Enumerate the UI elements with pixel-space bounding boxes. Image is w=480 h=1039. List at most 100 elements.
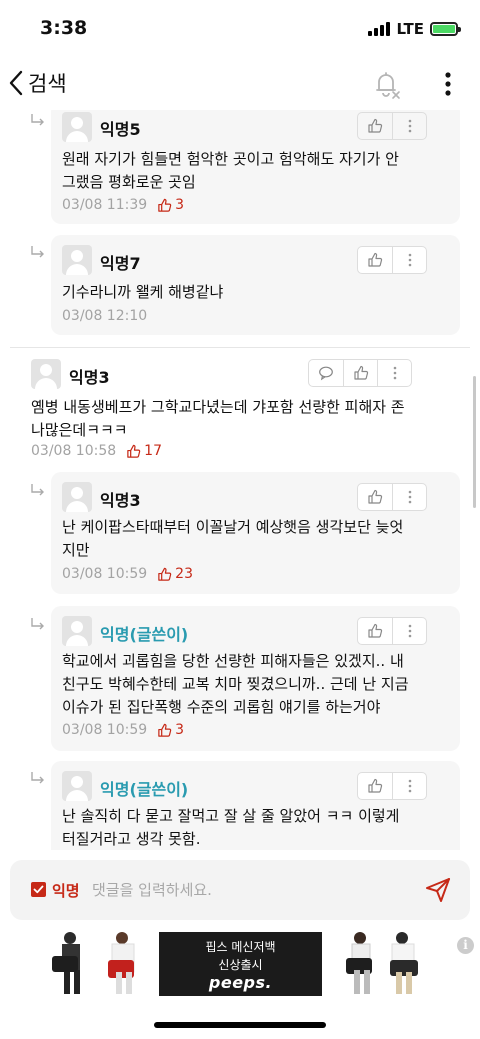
like-button[interactable] <box>358 113 392 139</box>
avatar <box>62 616 92 646</box>
comment-time: 03/08 11:39 <box>62 197 148 213</box>
ad-banner[interactable]: 핍스 메신저백 신상출시 peeps. <box>50 930 430 996</box>
thumbs-up-icon <box>158 723 172 737</box>
comment-actions <box>357 112 427 140</box>
comment-nickname: 익명3 <box>69 368 110 387</box>
avatar <box>62 482 92 512</box>
like-button[interactable] <box>358 773 392 799</box>
more-button[interactable] <box>392 113 426 139</box>
comment-actions <box>357 246 427 274</box>
vote-count: 17 <box>126 443 162 459</box>
thumbs-up-icon <box>368 623 383 638</box>
reply-card: 익명5 원래 자기가 힘들면 험악한 곳이고 험악해도 자기가 안 그랬음 평화… <box>51 110 460 224</box>
like-button[interactable] <box>358 247 392 273</box>
reply-arrow-icon <box>31 246 44 258</box>
vote-count: 23 <box>157 566 193 582</box>
vote-count: 3 <box>157 197 184 213</box>
reply-card: 익명(글쓴이) 난 솔직히 다 묻고 잘먹고 잘 살 줄 알았어 ㅋㅋ 이렇게 … <box>51 761 460 850</box>
avatar <box>62 245 92 275</box>
comment-time: 03/08 10:59 <box>62 722 148 738</box>
ad-info-icon[interactable]: i <box>457 937 474 954</box>
reply-card: 익명7 기수라니까 왤케 해병같냐 03/08 12:10 <box>51 235 460 335</box>
comment-nickname: 익명(글쓴이) <box>100 625 189 644</box>
thumbs-up-icon <box>368 489 383 504</box>
check-icon <box>33 885 44 894</box>
status-indicators: LTE <box>368 20 461 38</box>
comment-meta: 03/08 11:39 3 <box>62 197 184 213</box>
comment-meta: 03/08 10:58 17 <box>31 443 162 459</box>
reply-button[interactable] <box>309 360 343 386</box>
ad-subline: 신상출시 <box>218 958 263 972</box>
like-button[interactable] <box>358 484 392 510</box>
thumbs-up-icon <box>353 365 368 380</box>
ad-model-image <box>340 930 430 996</box>
nav-bar: 검색 <box>0 58 480 114</box>
comment-time: 03/08 10:59 <box>62 566 148 582</box>
comment-actions <box>357 617 427 645</box>
thumbs-up-icon <box>368 118 383 133</box>
avatar <box>31 359 61 389</box>
thumbs-up-icon <box>158 567 172 581</box>
more-button[interactable] <box>392 618 426 644</box>
home-indicator <box>154 1022 326 1028</box>
comment-meta: 03/08 10:59 23 <box>62 566 193 582</box>
comment-input-bar: 익명 <box>10 860 470 920</box>
comment-text: 난 솔직히 다 묻고 잘먹고 잘 살 줄 알았어 ㅋㅋ 이렇게 터질거라고 생각… <box>62 807 400 848</box>
comment-meta: 03/08 12:10 <box>62 308 147 324</box>
comment-text: 학교에서 괴롭힘을 당한 선량한 피해자들은 있겠지.. 내 친구도 박혜수한테… <box>62 652 409 716</box>
comment-time: 03/08 12:10 <box>62 308 148 324</box>
more-button[interactable] <box>392 773 426 799</box>
comment-nickname: 익명3 <box>100 491 141 510</box>
thumbs-up-icon <box>127 444 141 458</box>
network-label: LTE <box>396 20 424 38</box>
send-icon[interactable] <box>424 876 452 904</box>
anonymous-label: 익명 <box>52 882 80 900</box>
battery-icon <box>430 22 461 36</box>
more-options-icon[interactable] <box>438 70 458 98</box>
vote-number: 3 <box>175 197 185 213</box>
ad-brand-logo: peeps. <box>208 973 273 992</box>
back-button[interactable]: 검색 <box>8 68 67 98</box>
signal-icon <box>368 22 391 36</box>
reply-arrow-icon <box>31 772 44 784</box>
back-label: 검색 <box>28 72 67 96</box>
comment-list[interactable]: 익명5 원래 자기가 힘들면 험악한 곳이고 험악해도 자기가 안 그랬음 평화… <box>0 110 480 850</box>
comment-input[interactable] <box>92 876 412 904</box>
more-icon <box>408 253 411 267</box>
comment-actions <box>357 483 427 511</box>
thumbs-up-icon <box>368 778 383 793</box>
vote-number: 17 <box>144 443 162 459</box>
like-button[interactable] <box>343 360 377 386</box>
more-button[interactable] <box>392 247 426 273</box>
avatar <box>62 112 92 142</box>
more-icon <box>408 624 411 638</box>
speech-bubble-icon <box>319 366 333 381</box>
scrollbar[interactable] <box>473 376 476 508</box>
comment-nickname: 익명(글쓴이) <box>100 780 189 799</box>
more-button[interactable] <box>377 360 411 386</box>
comment-nickname: 익명7 <box>100 254 141 273</box>
comment-text: 옘병 내동생베프가 그학교다녔는데 갸포함 선량한 피해자 존 나많은데ㅋㅋㅋ <box>31 398 405 439</box>
more-icon <box>393 366 396 380</box>
ad-model-image <box>50 930 150 996</box>
more-icon <box>408 779 411 793</box>
more-icon <box>408 119 411 133</box>
vote-number: 23 <box>175 566 193 582</box>
more-icon <box>408 490 411 504</box>
avatar <box>62 771 92 801</box>
comment-time: 03/08 10:58 <box>31 443 117 459</box>
thumbs-up-icon <box>158 198 172 212</box>
reply-card: 익명(글쓴이) 학교에서 괴롭힘을 당한 선량한 피해자들은 있겠지.. 내 친… <box>51 606 460 751</box>
vote-count: 3 <box>157 722 184 738</box>
reply-card: 익명3 난 케이팝스타때부터 이꼴날거 예상햇음 생각보단 늦엇 지만 03/0… <box>51 472 460 594</box>
thumbs-up-icon <box>368 252 383 267</box>
reply-arrow-icon <box>31 114 44 126</box>
more-button[interactable] <box>392 484 426 510</box>
comment-text: 난 케이팝스타때부터 이꼴날거 예상햇음 생각보단 늦엇 지만 <box>62 518 404 559</box>
notification-off-icon[interactable] <box>370 68 402 100</box>
chevron-left-icon <box>9 70 23 96</box>
comment-meta: 03/08 10:59 3 <box>62 722 184 738</box>
vote-number: 3 <box>175 722 185 738</box>
anonymous-checkbox[interactable] <box>31 882 46 897</box>
like-button[interactable] <box>358 618 392 644</box>
